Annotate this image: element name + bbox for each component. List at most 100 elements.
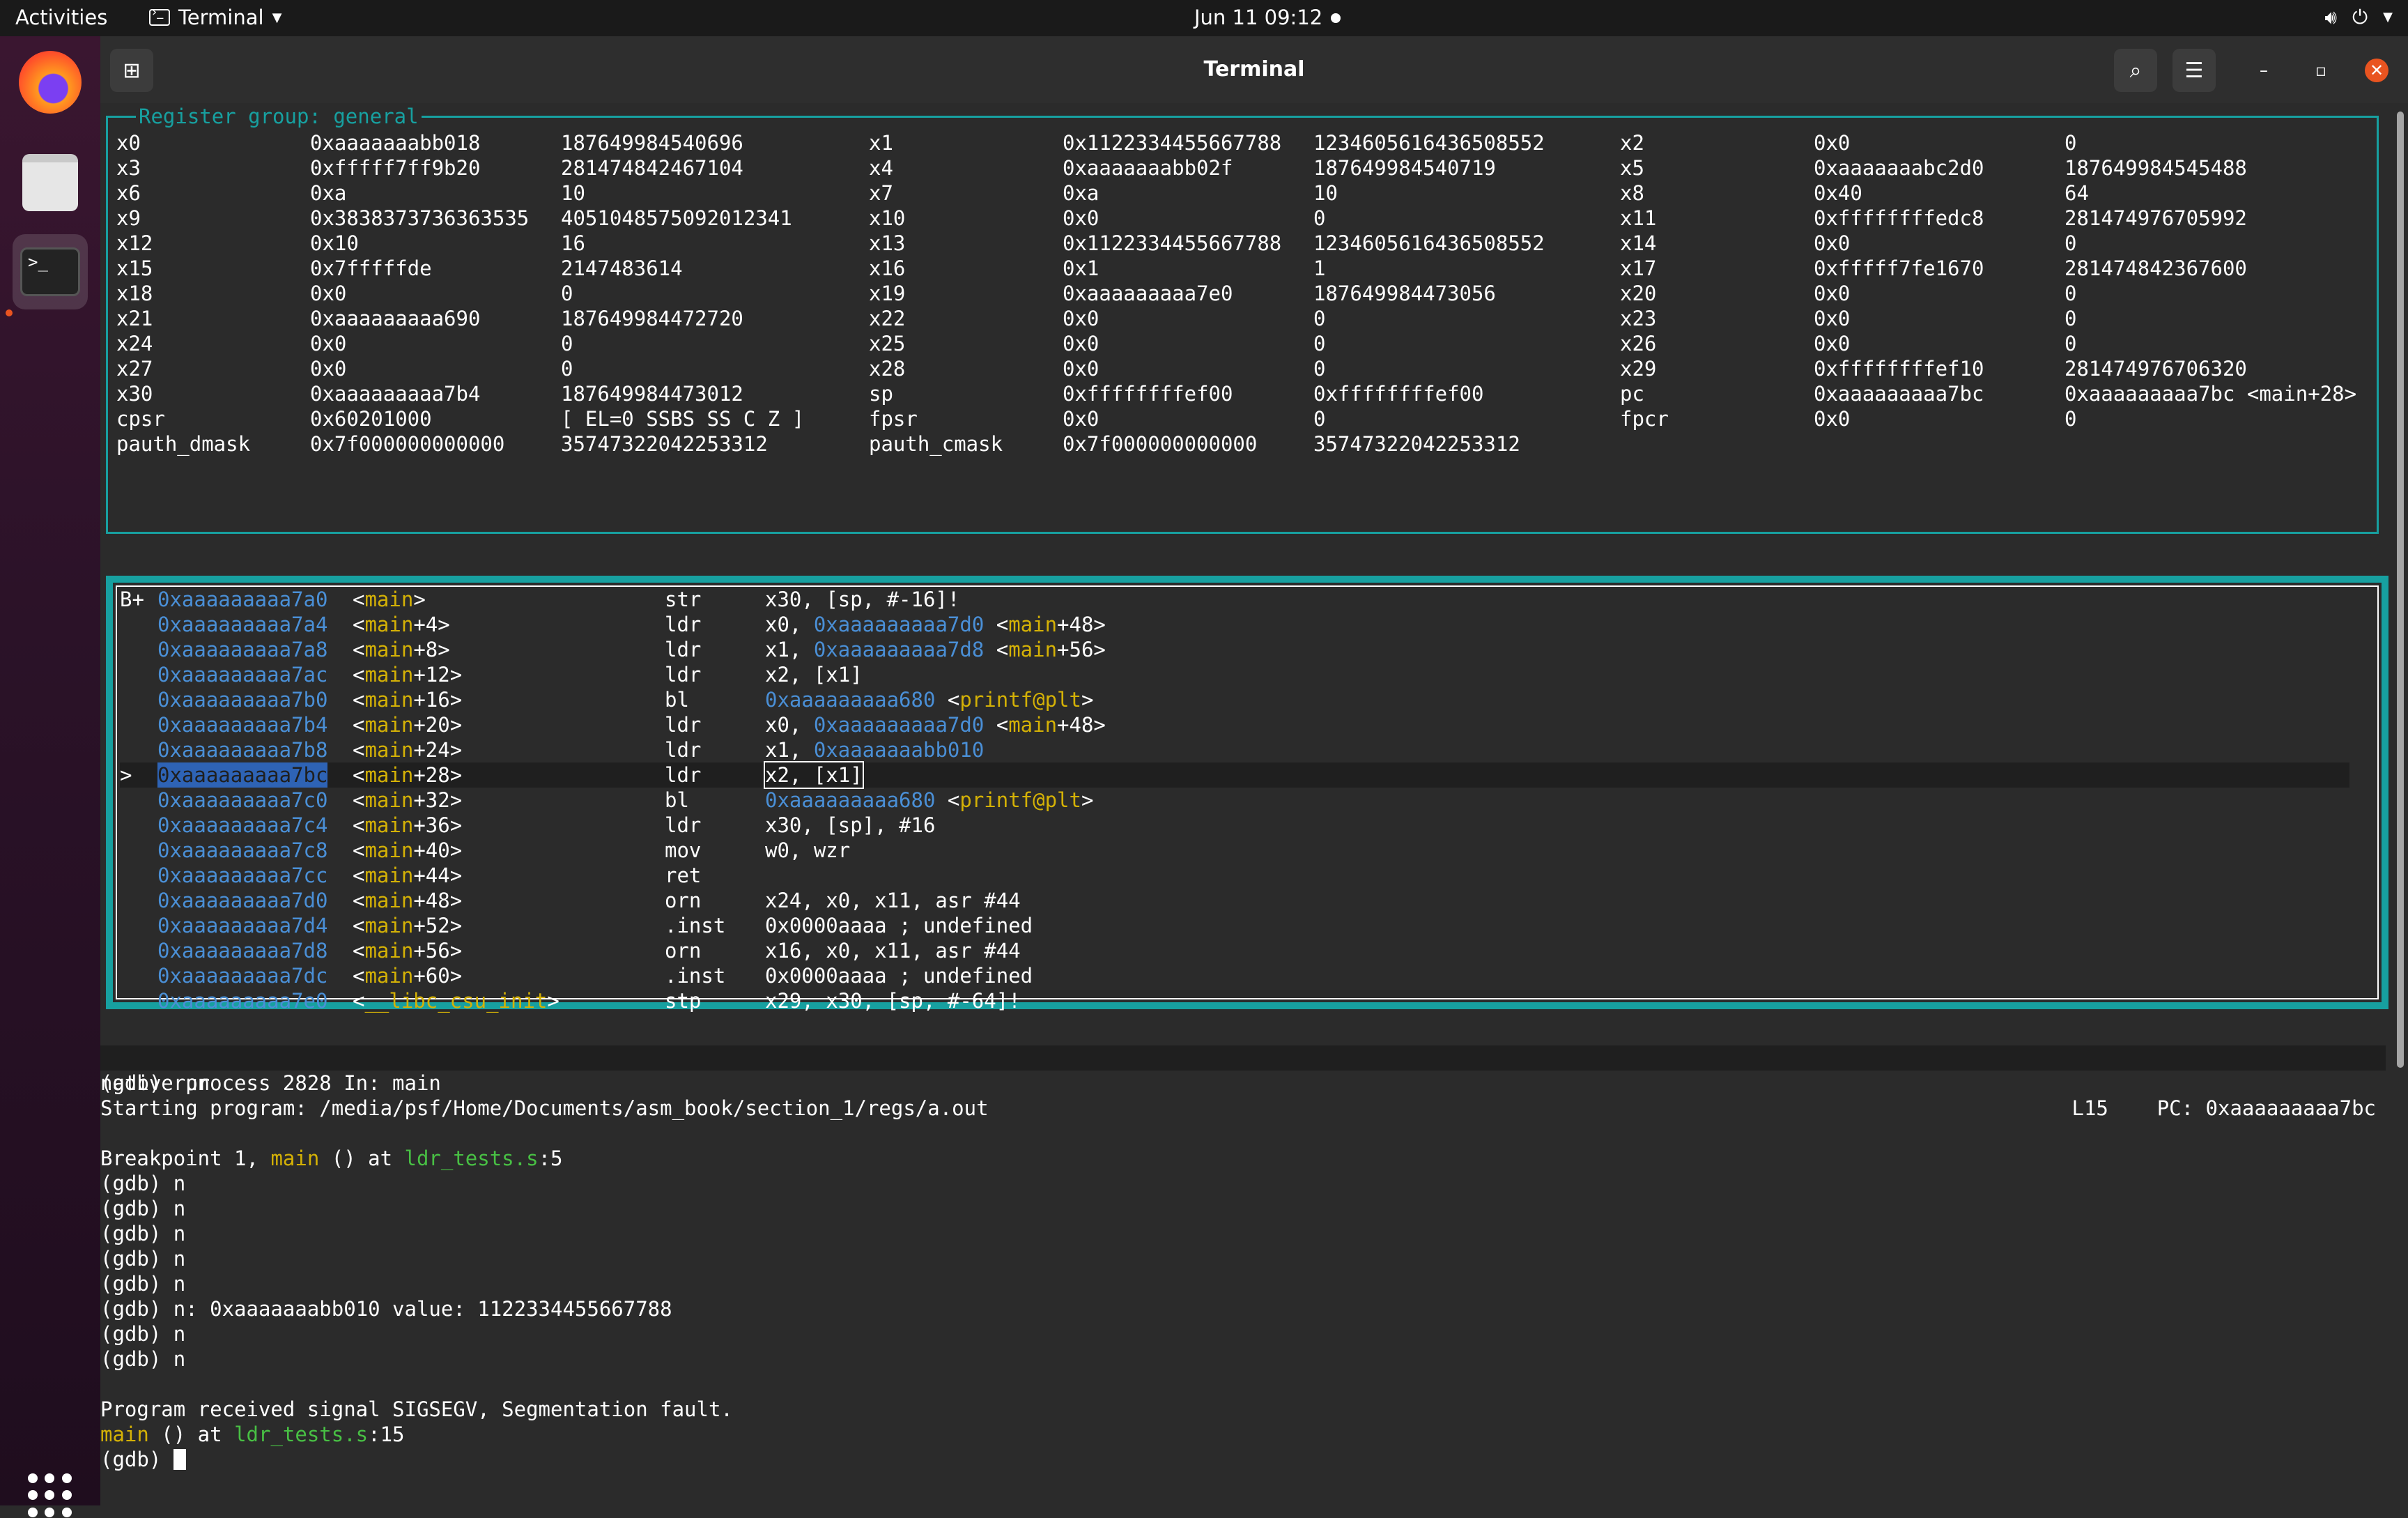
asm-row[interactable]: 0xaaaaaaaaa7b8 <main+24> ldr x1, 0xaaaaaaab… bbox=[120, 737, 2349, 762]
register-hex: 0x1 bbox=[1063, 256, 1099, 280]
asm-mnemonic: .inst bbox=[665, 914, 726, 937]
asm-row[interactable]: 0xaaaaaaaaa7d8 <main+56> orn x16, x0, x11, … bbox=[120, 938, 2349, 963]
asm-mnemonic: ldr bbox=[665, 813, 702, 837]
register-value: 187649984540719 bbox=[1313, 156, 1496, 180]
register-name: x0 bbox=[116, 131, 141, 155]
terminal-window: ⊞ Terminal ⌕ ☰ – ▫ ✕ Register group: gen… bbox=[100, 36, 2408, 1505]
register-hex: 0x0 bbox=[310, 357, 347, 381]
running-indicator bbox=[6, 309, 13, 316]
register-name: x5 bbox=[1620, 156, 1644, 180]
register-hex: 0xffffffffef00 bbox=[1063, 382, 1233, 406]
register-hex: 0x1122334455667788 bbox=[1063, 131, 1282, 155]
register-name: x19 bbox=[869, 282, 906, 305]
register-value: 281474976706320 bbox=[2064, 357, 2247, 381]
dock-item-files[interactable] bbox=[13, 145, 88, 220]
chevron-down-icon[interactable]: ▼ bbox=[2383, 6, 2393, 29]
apps-grid-icon[interactable] bbox=[28, 1473, 72, 1518]
close-button[interactable]: ✕ bbox=[2365, 59, 2388, 82]
asm-row[interactable]: 0xaaaaaaaaa7cc <main+44> ret bbox=[120, 863, 2349, 888]
register-value: 16 bbox=[561, 231, 585, 255]
register-hex: 0x0 bbox=[1063, 206, 1099, 230]
system-tray[interactable]: 🔊︎ ⏻ ▼ bbox=[2324, 6, 2393, 29]
asm-row[interactable]: 0xaaaaaaaaa7d4 <main+52> .inst 0x0000aaaa ;… bbox=[120, 913, 2349, 938]
asm-row[interactable]: 0xaaaaaaaaa7b0 <main+16> bl 0xaaaaaaaaa680 … bbox=[120, 687, 2349, 712]
asm-row[interactable]: 0xaaaaaaaaa7c0 <main+32> bl 0xaaaaaaaaa680 … bbox=[120, 788, 2349, 813]
console-line: (gdb) n bbox=[100, 1247, 186, 1271]
asm-symbol: <main+44> bbox=[353, 864, 463, 887]
asm-row[interactable]: 0xaaaaaaaaa7a8 <main+8> ldr x1, 0xaaaaaaaaa… bbox=[120, 637, 2349, 662]
hamburger-menu-icon[interactable]: ☰ bbox=[2172, 49, 2216, 92]
terminal-icon: >_ bbox=[20, 247, 80, 296]
asm-row[interactable]: 0xaaaaaaaaa7c4 <main+36> ldr x30, [sp], #16 bbox=[120, 813, 2349, 838]
asm-row[interactable]: 0xaaaaaaaaa7a4 <main+4> ldr x0, 0xaaaaaaaaa… bbox=[120, 612, 2349, 637]
dock-item-terminal[interactable]: >_ bbox=[13, 234, 88, 309]
scrollbar-thumb[interactable] bbox=[2397, 112, 2404, 1068]
console-line: Program received signal SIGSEGV, Segment… bbox=[100, 1397, 733, 1421]
current-instruction-row[interactable]: >0xaaaaaaaaa7bc <main+28> ldr x2, [x1] bbox=[120, 761, 2349, 789]
asm-row[interactable]: 0xaaaaaaaaa7dc <main+60> .inst 0x0000aaaa ;… bbox=[120, 963, 2349, 988]
register-hex: 0x0 bbox=[1063, 332, 1099, 355]
source-file: ldr_tests.s bbox=[404, 1147, 539, 1170]
power-icon[interactable]: ⏻ bbox=[2352, 6, 2368, 29]
asm-symbol: <main+24> bbox=[353, 738, 463, 762]
asm-mnemonic: bl bbox=[665, 688, 689, 712]
console-line: (gdb) n: 0xaaaaaaabb010 value: 112233445… bbox=[100, 1297, 672, 1321]
register-name: sp bbox=[869, 382, 893, 406]
asm-address: 0xaaaaaaaaa7a0 bbox=[157, 588, 328, 611]
asm-operands: x2, [x1] bbox=[765, 663, 863, 687]
asm-address: 0xaaaaaaaaa7bc bbox=[157, 762, 328, 788]
function-name: main bbox=[100, 1423, 149, 1446]
asm-mnemonic: ldr bbox=[665, 663, 702, 687]
asm-symbol-name: main bbox=[364, 939, 414, 963]
gdb-console[interactable]: (gdb) run Starting program: /media/psf/Ho… bbox=[100, 1071, 2386, 1472]
register-name: pauth_dmask bbox=[116, 432, 251, 456]
asm-row[interactable]: 0xaaaaaaaaa7ac <main+12> ldr x2, [x1] bbox=[120, 662, 2349, 687]
dock-item-firefox[interactable] bbox=[13, 45, 88, 120]
asm-mnemonic: bl bbox=[665, 788, 689, 812]
speaker-icon[interactable]: 🔊︎ bbox=[2324, 6, 2337, 29]
asm-address: 0xaaaaaaaaa7c4 bbox=[157, 813, 328, 837]
asm-operands: x2, [x1] bbox=[764, 761, 864, 789]
asm-operand-symbol: printf@plt bbox=[959, 688, 1081, 712]
register-name: x22 bbox=[869, 307, 906, 330]
asm-operand-address: 0xaaaaaaaaa7d0 bbox=[813, 713, 985, 737]
asm-row[interactable]: 0xaaaaaaaaa7c8 <main+40> mov w0, wzr bbox=[120, 838, 2349, 863]
register-hex: 0x0 bbox=[1063, 407, 1099, 431]
asm-row[interactable]: 0xaaaaaaaaa7d0 <main+48> orn x24, x0, x11, … bbox=[120, 888, 2349, 913]
maximize-button[interactable]: ▫ bbox=[2309, 59, 2333, 82]
register-name: x18 bbox=[116, 282, 153, 305]
asm-address: 0xaaaaaaaaa7b0 bbox=[157, 688, 328, 712]
app-menu[interactable]: Terminal ▼ bbox=[149, 5, 281, 29]
gdb-prompt[interactable]: (gdb) bbox=[100, 1447, 2386, 1472]
register-value: 10 bbox=[561, 181, 585, 205]
clock[interactable]: Jun 11 09:12 bbox=[1194, 6, 1322, 29]
register-hex: 0x0 bbox=[310, 282, 347, 305]
asm-row[interactable]: 0xaaaaaaaaa7b4 <main+20> ldr x0, 0xaaaaaaaa… bbox=[120, 712, 2349, 737]
asm-symbol: <main+8> bbox=[353, 638, 450, 661]
asm-row[interactable]: B+ 0xaaaaaaaaa7a0 <main> str x30, [sp, #-16]… bbox=[120, 587, 2349, 612]
register-name: x24 bbox=[116, 332, 153, 355]
scrollbar[interactable] bbox=[2394, 103, 2407, 1079]
register-value: 2147483614 bbox=[561, 256, 683, 280]
register-name: x16 bbox=[869, 256, 906, 280]
asm-row[interactable]: 0xaaaaaaaaa7e0 <__libc_csu_init> stp x29, x… bbox=[120, 988, 2349, 1013]
app-menu-label: Terminal bbox=[178, 6, 264, 29]
console-line: (gdb) n bbox=[100, 1197, 186, 1220]
register-group-legend: Register group: general bbox=[136, 104, 422, 129]
source-file: ldr_tests.s bbox=[234, 1423, 369, 1446]
activities-button[interactable]: Activities bbox=[15, 6, 107, 29]
register-value: 0 bbox=[1313, 357, 1326, 381]
register-hex: 0xfffff7fe1670 bbox=[1814, 256, 1984, 280]
asm-address: 0xaaaaaaaaa7c0 bbox=[157, 788, 328, 812]
register-value: 10 bbox=[1313, 181, 1338, 205]
register-hex: 0xaaaaaaaaa690 bbox=[310, 307, 481, 330]
minimize-button[interactable]: – bbox=[2252, 59, 2276, 82]
asm-mnemonic: ldr bbox=[665, 713, 702, 737]
asm-symbol-name: main bbox=[364, 838, 414, 862]
asm-symbol: <main+28> bbox=[353, 763, 463, 787]
asm-address: 0xaaaaaaaaa7cc bbox=[157, 864, 328, 887]
asm-symbol-name: main bbox=[364, 889, 414, 912]
function-name: main bbox=[270, 1147, 320, 1170]
terminal-content[interactable]: Register group: general x0 0xaaaaaaabb018… bbox=[100, 103, 2408, 1505]
search-icon[interactable]: ⌕ bbox=[2114, 49, 2157, 92]
